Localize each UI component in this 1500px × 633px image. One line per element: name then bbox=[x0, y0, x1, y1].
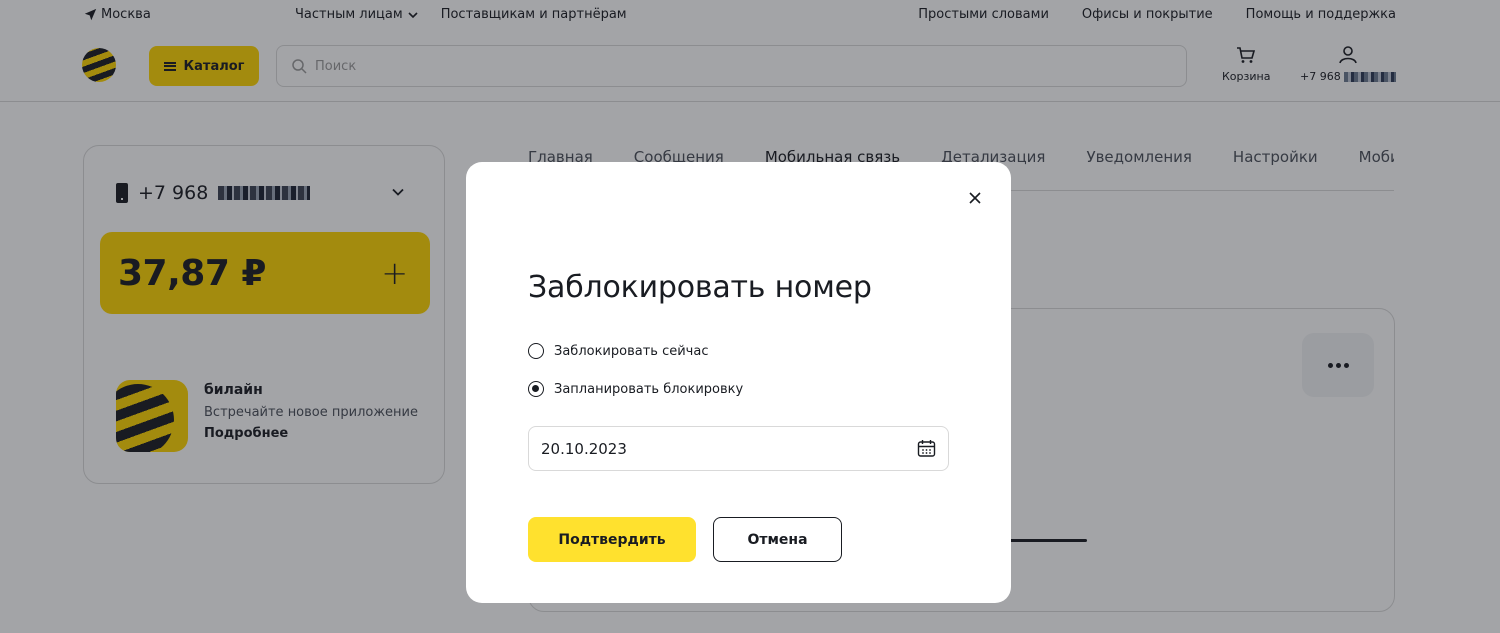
radio-block-now[interactable]: Заблокировать сейчас bbox=[528, 343, 708, 359]
radio-schedule-block[interactable]: Запланировать блокировку bbox=[528, 381, 743, 397]
block-date-field[interactable] bbox=[528, 426, 949, 471]
radio-block-now-label: Заблокировать сейчас bbox=[554, 343, 709, 359]
radio-button-unchecked[interactable] bbox=[528, 343, 544, 359]
date-input[interactable] bbox=[541, 439, 741, 458]
close-icon[interactable] bbox=[967, 190, 983, 206]
radio-schedule-block-label: Запланировать блокировку bbox=[554, 381, 744, 397]
radio-button-checked[interactable] bbox=[528, 381, 544, 397]
block-number-dialog: Заблокировать номер Заблокировать сейчас… bbox=[466, 162, 1011, 603]
confirm-button[interactable]: Подтвердить bbox=[528, 517, 696, 562]
calendar-icon[interactable] bbox=[917, 439, 936, 458]
dialog-title: Заблокировать номер bbox=[528, 270, 872, 305]
cancel-button[interactable]: Отмена bbox=[713, 517, 842, 562]
